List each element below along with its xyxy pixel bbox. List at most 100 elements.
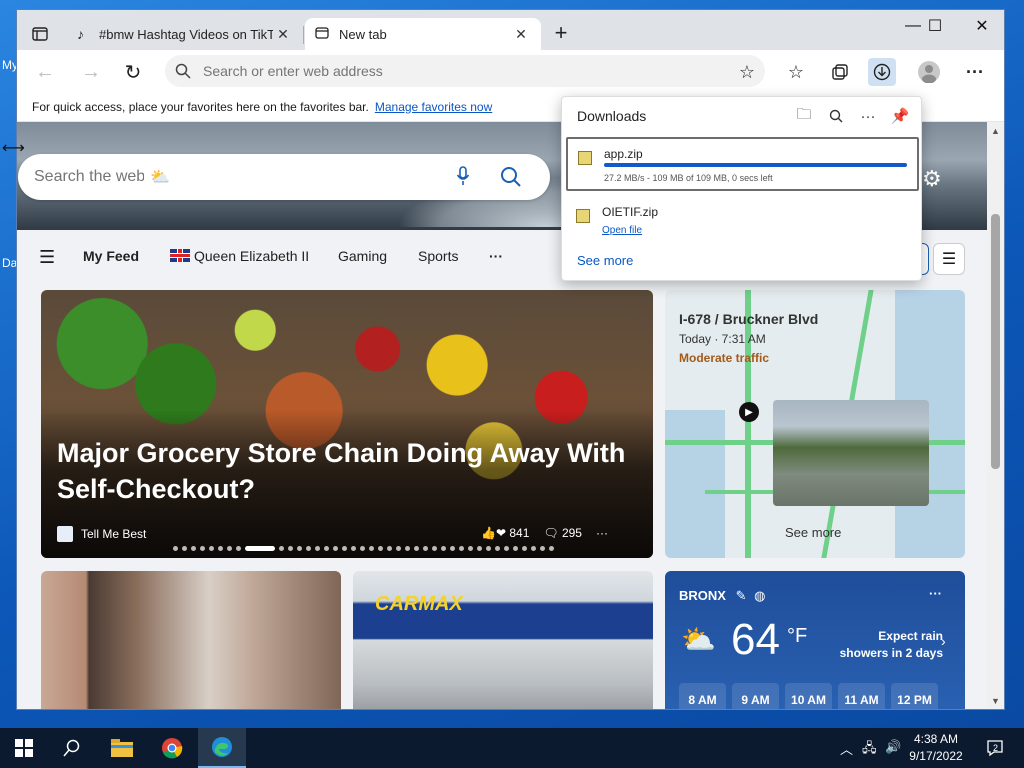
pin-icon[interactable]: 📌 — [889, 105, 911, 127]
carousel-dot[interactable] — [333, 546, 338, 551]
weather-more-icon[interactable]: ··· — [929, 586, 942, 601]
maximize-button[interactable]: ☐ — [915, 14, 955, 38]
page-scrollbar[interactable]: ▲ ▼ — [987, 122, 1004, 709]
comments-button[interactable]: 🗨 295 — [543, 526, 582, 540]
download-item-oietif-zip[interactable]: OIETIF.zip Open file — [566, 197, 919, 251]
carousel-dot[interactable] — [531, 546, 536, 551]
main-news-card[interactable]: Major Grocery Store Chain Doing Away Wit… — [41, 290, 653, 558]
open-file-link[interactable]: Open file — [602, 225, 642, 236]
tab-actions-button[interactable] — [27, 22, 53, 46]
carousel-dot[interactable] — [414, 546, 419, 551]
profile-avatar[interactable] — [915, 58, 943, 86]
tab-queen-elizabeth[interactable]: Queen Elizabeth II — [170, 248, 309, 264]
camera-pin-icon[interactable]: ▶ — [739, 402, 759, 422]
forward-button[interactable]: → — [77, 58, 105, 86]
carousel-dot[interactable] — [191, 546, 196, 551]
download-item-app-zip[interactable]: app.zip 27.2 MB/s - 109 MB of 109 MB, 0 … — [566, 137, 919, 191]
scroll-down-arrow-icon[interactable]: ▼ — [991, 696, 1000, 706]
downloads-more-icon[interactable]: ··· — [857, 105, 879, 127]
hour-slot[interactable]: 9 AM — [732, 683, 779, 709]
action-center-button[interactable]: 2 — [984, 737, 1006, 759]
favorites-icon[interactable]: ☆ — [782, 58, 810, 86]
manage-favorites-link[interactable]: Manage favorites now — [375, 100, 492, 114]
desktop-icon-label[interactable]: Da — [2, 256, 17, 270]
microphone-icon[interactable] — [456, 166, 470, 189]
card-more-icon[interactable]: ··· — [596, 526, 608, 540]
carousel-dot[interactable] — [387, 546, 392, 551]
add-favorite-icon[interactable]: ☆ — [733, 58, 761, 86]
carousel-dot[interactable] — [477, 546, 482, 551]
tab-sports[interactable]: Sports — [418, 248, 458, 264]
traffic-see-more-link[interactable]: See more — [785, 525, 841, 540]
collections-icon[interactable] — [826, 58, 854, 86]
new-tab-button[interactable]: + — [549, 22, 573, 46]
open-folder-icon[interactable]: 🗀 — [793, 105, 815, 127]
news-card-carmax-image[interactable]: CARMAX — [353, 571, 653, 709]
volume-icon[interactable]: 🔊 — [885, 739, 901, 755]
more-topics-button[interactable]: ··· — [489, 248, 503, 264]
close-tab-icon[interactable]: ✕ — [273, 24, 293, 44]
downloads-button[interactable] — [868, 58, 896, 86]
carousel-dot[interactable] — [423, 546, 428, 551]
carousel-dot[interactable] — [459, 546, 464, 551]
carousel-dot[interactable] — [504, 546, 509, 551]
search-downloads-icon[interactable] — [825, 105, 847, 127]
carousel-dot[interactable] — [209, 546, 214, 551]
weather-card[interactable]: BRONX ✎ ◍ ··· ⛅ 64 °F Expect rain shower… — [665, 571, 965, 709]
carousel-dot[interactable] — [495, 546, 500, 551]
downloads-see-more-link[interactable]: See more — [577, 253, 633, 268]
address-bar[interactable] — [165, 55, 765, 87]
tab-gaming[interactable]: Gaming — [338, 248, 387, 264]
hour-slot[interactable]: 12 PM — [891, 683, 938, 709]
carousel-dot[interactable] — [351, 546, 356, 551]
carousel-dot[interactable] — [432, 546, 437, 551]
tab-my-feed[interactable]: My Feed — [83, 248, 139, 264]
carousel-dot[interactable] — [468, 546, 473, 551]
back-button[interactable]: ← — [31, 58, 59, 86]
list-view-button[interactable]: ☰ — [933, 243, 965, 275]
tab-new-tab[interactable]: New tab ✕ — [305, 18, 541, 50]
search-taskbar-button[interactable] — [48, 728, 96, 768]
carousel-dot[interactable] — [173, 546, 178, 551]
chevron-right-icon[interactable]: › — [941, 633, 946, 649]
carousel-dot[interactable] — [245, 546, 275, 551]
start-button[interactable] — [0, 728, 48, 768]
refresh-button[interactable]: ↻ — [119, 58, 147, 86]
address-input[interactable] — [203, 63, 765, 79]
carousel-dot[interactable] — [297, 546, 302, 551]
carousel-dot[interactable] — [369, 546, 374, 551]
scrollbar-thumb[interactable] — [991, 214, 1000, 469]
reactions-button[interactable]: 👍❤ 841 — [481, 526, 529, 540]
scroll-up-arrow-icon[interactable]: ▲ — [991, 126, 1000, 136]
carousel-dot[interactable] — [182, 546, 187, 551]
carousel-dot[interactable] — [540, 546, 545, 551]
carousel-dot[interactable] — [513, 546, 518, 551]
edit-pencil-icon[interactable]: ✎ — [736, 588, 747, 603]
carousel-dot[interactable] — [218, 546, 223, 551]
hour-slot[interactable]: 10 AM — [785, 683, 832, 709]
carousel-dot[interactable] — [342, 546, 347, 551]
carousel-dot[interactable] — [360, 546, 365, 551]
carousel-dot[interactable] — [200, 546, 205, 551]
hour-slot[interactable]: 8 AM — [679, 683, 726, 709]
page-settings-gear-icon[interactable]: ⚙ — [922, 166, 942, 192]
carousel-dot[interactable] — [288, 546, 293, 551]
carousel-dot[interactable] — [450, 546, 455, 551]
hour-slot[interactable]: 11 AM — [838, 683, 885, 709]
traffic-camera-image[interactable] — [773, 400, 929, 506]
carousel-dot[interactable] — [486, 546, 491, 551]
search-submit-icon[interactable] — [500, 166, 522, 191]
carousel-dot[interactable] — [549, 546, 554, 551]
weather-location[interactable]: BRONX ✎ ◍ — [679, 588, 765, 604]
carousel-dot[interactable] — [236, 546, 241, 551]
carousel-dot[interactable] — [315, 546, 320, 551]
temperature-unit[interactable]: °F — [787, 625, 807, 648]
carousel-dot[interactable] — [227, 546, 232, 551]
carousel-dot[interactable] — [441, 546, 446, 551]
carousel-dot[interactable] — [378, 546, 383, 551]
globe-icon[interactable]: ◍ — [754, 588, 765, 603]
hamburger-menu-icon[interactable]: ☰ — [39, 247, 55, 268]
close-tab-icon[interactable]: ✕ — [511, 24, 531, 44]
news-source[interactable]: Tell Me Best — [57, 526, 146, 542]
carousel-dot[interactable] — [279, 546, 284, 551]
